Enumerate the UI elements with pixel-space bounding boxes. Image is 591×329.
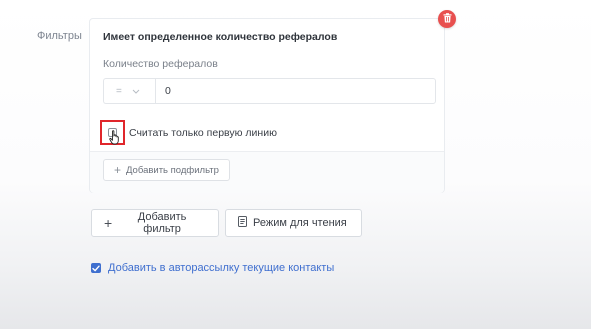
first-line-label: Считать только первую линию [129, 126, 277, 139]
referral-count-input[interactable] [155, 78, 436, 104]
highlight-box [100, 120, 125, 145]
autosend-checkbox[interactable] [91, 263, 101, 273]
operator-value: = [116, 85, 122, 97]
hand-cursor-icon [109, 130, 121, 150]
read-mode-label: Режим для чтения [253, 217, 347, 229]
operator-select[interactable]: = [103, 78, 155, 104]
chevron-down-icon [132, 86, 140, 97]
first-line-checkbox-row[interactable]: Считать только первую линию [100, 120, 277, 145]
trash-icon [443, 10, 452, 28]
add-filter-button[interactable]: + Добавить фильтр [91, 209, 219, 237]
document-icon [238, 216, 247, 230]
add-subfilter-label: Добавить подфильтр [126, 164, 219, 176]
plus-icon: + [104, 215, 113, 231]
plus-icon: + [114, 163, 122, 177]
add-subfilter-button[interactable]: + Добавить подфильтр [103, 159, 230, 181]
read-mode-button[interactable]: Режим для чтения [225, 209, 362, 237]
referral-count-label: Количество рефералов [103, 58, 218, 70]
filter-card: Имеет определенное количество рефералов … [89, 18, 445, 193]
card-footer: + Добавить подфильтр [90, 152, 444, 193]
autosend-label: Добавить в авторассылку текущие контакты [108, 262, 335, 274]
filter-title: Имеет определенное количество рефералов [103, 31, 338, 43]
autosend-checkbox-row[interactable]: Добавить в авторассылку текущие контакты [91, 262, 334, 274]
filters-label: Фильтры [37, 30, 82, 42]
add-filter-label: Добавить фильтр [137, 211, 187, 235]
delete-filter-button[interactable] [438, 10, 456, 28]
